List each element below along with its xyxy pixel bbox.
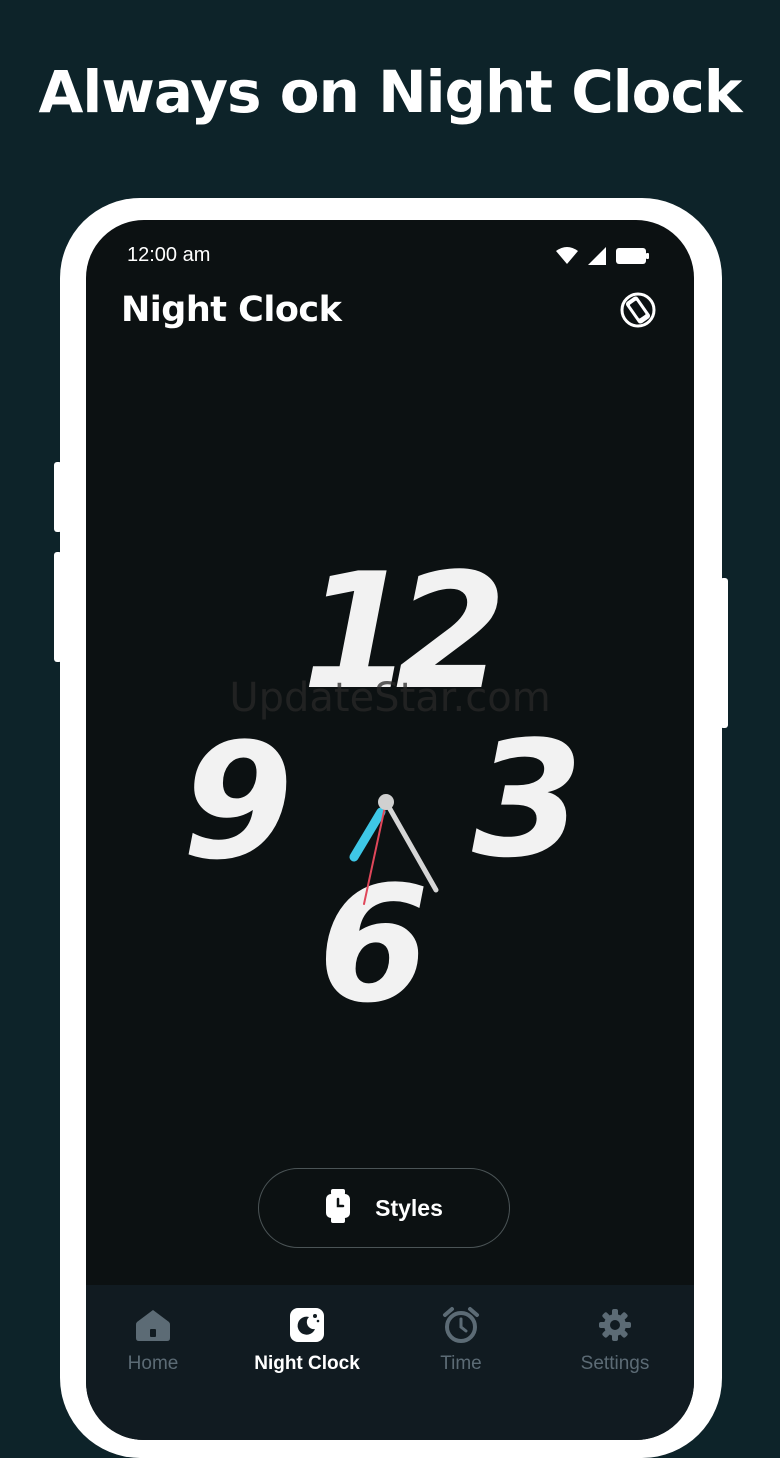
- phone-side-button-left-2: [54, 552, 62, 662]
- phone-screen: 12:00 am Night Clock 12 9 3 6 UpdateStar…: [86, 220, 694, 1440]
- alarm-clock-icon: [441, 1305, 481, 1345]
- phone-side-button-left: [54, 462, 62, 532]
- home-icon: [133, 1305, 173, 1345]
- minute-hand: [383, 799, 439, 893]
- promo-headline: Always on Night Clock: [38, 58, 743, 126]
- clock-hands: [349, 794, 439, 905]
- nav-item-night-clock[interactable]: Night Clock: [232, 1305, 382, 1375]
- hour-hand: [349, 807, 386, 862]
- nav-item-time[interactable]: Time: [386, 1305, 536, 1375]
- bottom-navigation: Home Night Clock Time Settings: [86, 1285, 694, 1440]
- night-clock-icon: [287, 1305, 327, 1345]
- watch-icon: [325, 1188, 351, 1228]
- styles-button[interactable]: Styles: [258, 1168, 510, 1248]
- gear-icon: [595, 1305, 635, 1345]
- nav-item-night-clock-label: Night Clock: [254, 1353, 360, 1374]
- nav-item-settings-label: Settings: [580, 1353, 650, 1374]
- phone-side-button-right: [720, 578, 728, 728]
- clock-center-pivot: [378, 794, 394, 810]
- nav-item-settings[interactable]: Settings: [540, 1305, 690, 1375]
- nav-item-home[interactable]: Home: [86, 1305, 228, 1375]
- nav-item-home-label: Home: [127, 1353, 179, 1374]
- nav-item-time-label: Time: [440, 1353, 482, 1374]
- styles-button-label: Styles: [375, 1194, 443, 1221]
